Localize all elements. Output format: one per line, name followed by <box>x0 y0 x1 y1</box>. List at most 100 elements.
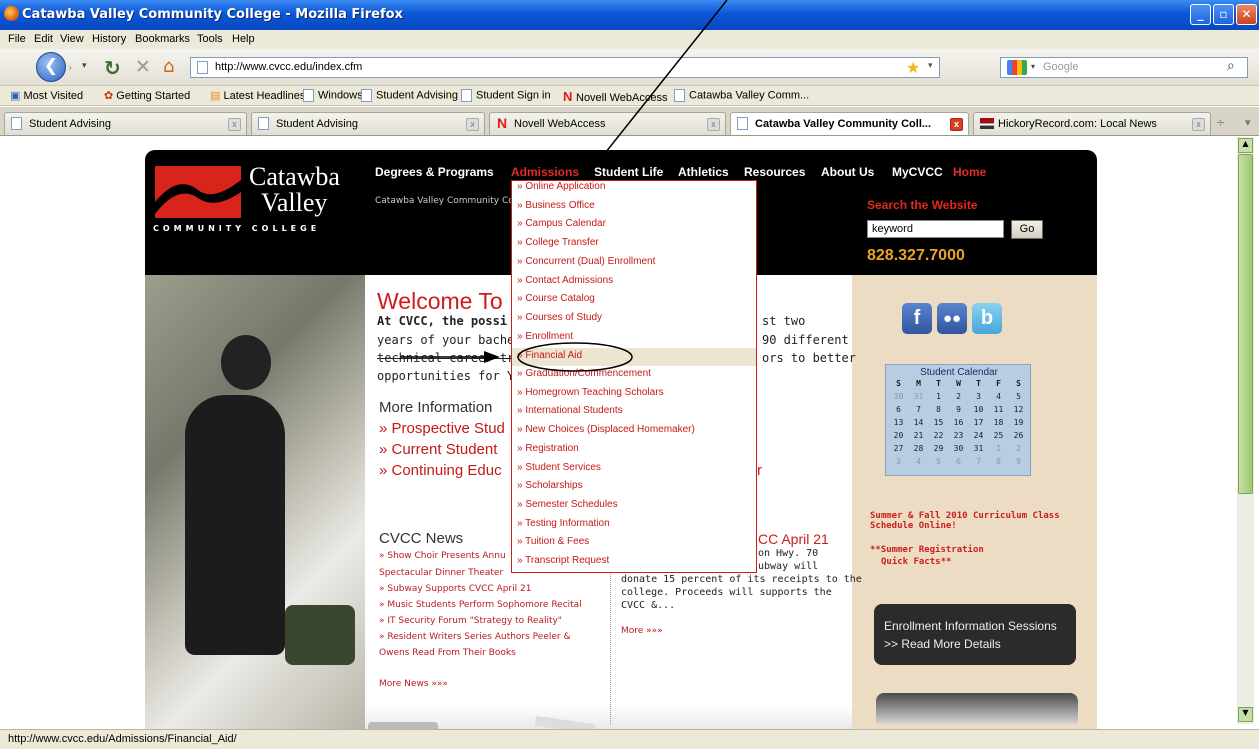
calendar-day[interactable]: 1 <box>930 392 947 401</box>
calendar-day[interactable]: 23 <box>950 431 967 440</box>
bookmark-latest-headlines[interactable]: ▤ Latest Headlines <box>210 89 305 102</box>
calendar-day[interactable]: 16 <box>950 418 967 427</box>
dropdown-item[interactable]: » Business Office <box>517 200 595 218</box>
history-dropdown-icon[interactable]: ▾ <box>82 61 87 71</box>
tab-close-icon[interactable]: x <box>228 118 241 131</box>
dropdown-item[interactable]: » Homegrown Teaching Scholars <box>517 387 664 405</box>
calendar-day[interactable]: 5 <box>930 457 947 466</box>
search-icon[interactable]: ⌕ <box>1227 58 1235 74</box>
dropdown-item[interactable]: » Testing Information <box>517 518 610 536</box>
bookmark-most-visited[interactable]: ▣ Most Visited <box>10 89 83 102</box>
calendar-day[interactable]: 22 <box>930 431 947 440</box>
tab-student-advising-1[interactable]: Student Advising x <box>4 112 247 135</box>
search-engine-dropdown-icon[interactable]: ▾ <box>1031 62 1035 71</box>
dropdown-item[interactable]: » Transcript Request <box>517 555 609 573</box>
calendar-day[interactable]: 9 <box>1010 457 1027 466</box>
nav-degrees[interactable]: Degrees & Programs <box>375 165 494 179</box>
nav-home[interactable]: Home <box>953 165 986 179</box>
tab-close-icon[interactable]: x <box>466 118 479 131</box>
calendar-day[interactable]: 31 <box>910 392 927 401</box>
news-item[interactable]: Spectacular Dinner Theater <box>379 568 503 578</box>
nav-mycvcc[interactable]: MyCVCC <box>892 165 943 179</box>
dropdown-item[interactable]: » Online Application <box>517 181 605 199</box>
minimize-button[interactable]: _ <box>1190 4 1211 25</box>
calendar-day[interactable]: 18 <box>990 418 1007 427</box>
enrollment-sessions-box[interactable]: Enrollment Information Sessions >> Read … <box>874 604 1076 665</box>
dropdown-item[interactable]: » Campus Calendar <box>517 218 606 236</box>
calendar-day[interactable]: 2 <box>950 392 967 401</box>
link-continuing[interactable]: » Continuing Educ <box>379 462 502 479</box>
calendar-day[interactable]: 5 <box>1010 392 1027 401</box>
calendar-day[interactable]: 24 <box>970 431 987 440</box>
new-tab-icon[interactable]: ÷ <box>1216 116 1225 129</box>
summer-registration-link[interactable]: **Summer Registration <box>870 545 984 555</box>
calendar-day[interactable]: 15 <box>930 418 947 427</box>
calendar-day[interactable]: 7 <box>910 405 927 414</box>
calendar-day[interactable]: 3 <box>970 392 987 401</box>
search-box[interactable]: ▾ Google ⌕ <box>1000 57 1248 78</box>
tab-catawba[interactable]: Catawba Valley Community Coll... x <box>730 112 969 135</box>
menu-edit[interactable]: Edit <box>34 33 53 45</box>
dropdown-item[interactable]: » Graduation/Commencement <box>517 368 651 386</box>
scrollbar-thumb[interactable] <box>1238 154 1253 494</box>
nav-student-life[interactable]: Student Life <box>594 165 663 179</box>
facebook-icon[interactable]: f <box>902 303 932 334</box>
dropdown-item[interactable]: » Enrollment <box>517 331 573 349</box>
calendar-day[interactable]: 9 <box>950 405 967 414</box>
calendar-day[interactable]: 2 <box>1010 444 1027 453</box>
story-title[interactable]: CC April 21 <box>758 531 829 547</box>
calendar-day[interactable]: 4 <box>910 457 927 466</box>
news-item[interactable]: » IT Security Forum "Strategy to Reality… <box>379 616 562 626</box>
dropdown-item[interactable]: » Scholarships <box>517 480 583 498</box>
maximize-button[interactable]: ▫ <box>1213 4 1234 25</box>
nav-athletics[interactable]: Athletics <box>678 165 729 179</box>
menu-bookmarks[interactable]: Bookmarks <box>135 33 190 45</box>
tab-close-icon[interactable]: x <box>707 118 720 131</box>
dropdown-item[interactable]: » Tuition & Fees <box>517 536 589 554</box>
dropdown-item-financial-aid[interactable]: » Financial Aid <box>512 348 756 366</box>
menu-history[interactable]: History <box>92 33 126 45</box>
calendar-day[interactable]: 4 <box>990 392 1007 401</box>
bookmark-getting-started[interactable]: ✿ Getting Started <box>104 89 190 102</box>
calendar-day[interactable]: 11 <box>990 405 1007 414</box>
scroll-down-icon[interactable]: ▼ <box>1238 707 1253 722</box>
calendar-day[interactable]: 17 <box>970 418 987 427</box>
bookmark-catawba[interactable]: Catawba Valley Comm... <box>674 89 809 102</box>
dropdown-item[interactable]: » Contact Admissions <box>517 275 613 293</box>
calendar-day[interactable]: 8 <box>990 457 1007 466</box>
story-more-link[interactable]: More »»» <box>621 626 663 636</box>
calendar-day[interactable]: 26 <box>1010 431 1027 440</box>
link-prospective[interactable]: » Prospective Stud <box>379 420 505 437</box>
calendar-day[interactable]: 6 <box>890 405 907 414</box>
menu-tools[interactable]: Tools <box>197 33 223 45</box>
calendar-day[interactable]: 12 <box>1010 405 1027 414</box>
quick-facts-link[interactable]: Quick Facts** <box>881 557 951 567</box>
tab-novell[interactable]: N Novell WebAccess x <box>489 112 726 135</box>
myspace-icon[interactable]: ●● <box>937 303 967 334</box>
url-dropdown-icon[interactable]: ▾ <box>928 61 933 71</box>
calendar-day[interactable]: 21 <box>910 431 927 440</box>
news-item[interactable]: » Resident Writers Series Authors Peeler… <box>379 632 570 642</box>
tab-list-icon[interactable]: ▾ <box>1245 116 1251 129</box>
bookmark-novell[interactable]: N Novell WebAccess <box>563 89 668 104</box>
site-search-input[interactable]: keyword <box>867 220 1004 238</box>
scroll-up-icon[interactable]: ▲ <box>1238 138 1253 153</box>
dropdown-item[interactable]: » International Students <box>517 405 623 423</box>
forward-button[interactable]: › <box>68 61 80 74</box>
stop-icon[interactable]: ✕ <box>135 56 151 78</box>
home-icon[interactable]: ⌂ <box>163 56 174 77</box>
close-button[interactable]: ✕ <box>1236 4 1257 25</box>
calendar-day[interactable]: 8 <box>930 405 947 414</box>
calendar-day[interactable]: 6 <box>950 457 967 466</box>
dropdown-item[interactable]: » Student Services <box>517 462 601 480</box>
news-item[interactable]: » Show Choir Presents Annu <box>379 551 506 561</box>
tab-student-advising-2[interactable]: Student Advising x <box>251 112 485 135</box>
dropdown-item[interactable]: » New Choices (Displaced Homemaker) <box>517 424 695 442</box>
calendar-day[interactable]: 1 <box>990 444 1007 453</box>
news-item[interactable]: » Music Students Perform Sophomore Recit… <box>379 600 582 610</box>
calendar-day[interactable]: 7 <box>970 457 987 466</box>
menu-view[interactable]: View <box>60 33 84 45</box>
calendar-day[interactable]: 29 <box>930 444 947 453</box>
news-item[interactable]: » Subway Supports CVCC April 21 <box>379 584 531 594</box>
calendar-day[interactable]: 19 <box>1010 418 1027 427</box>
